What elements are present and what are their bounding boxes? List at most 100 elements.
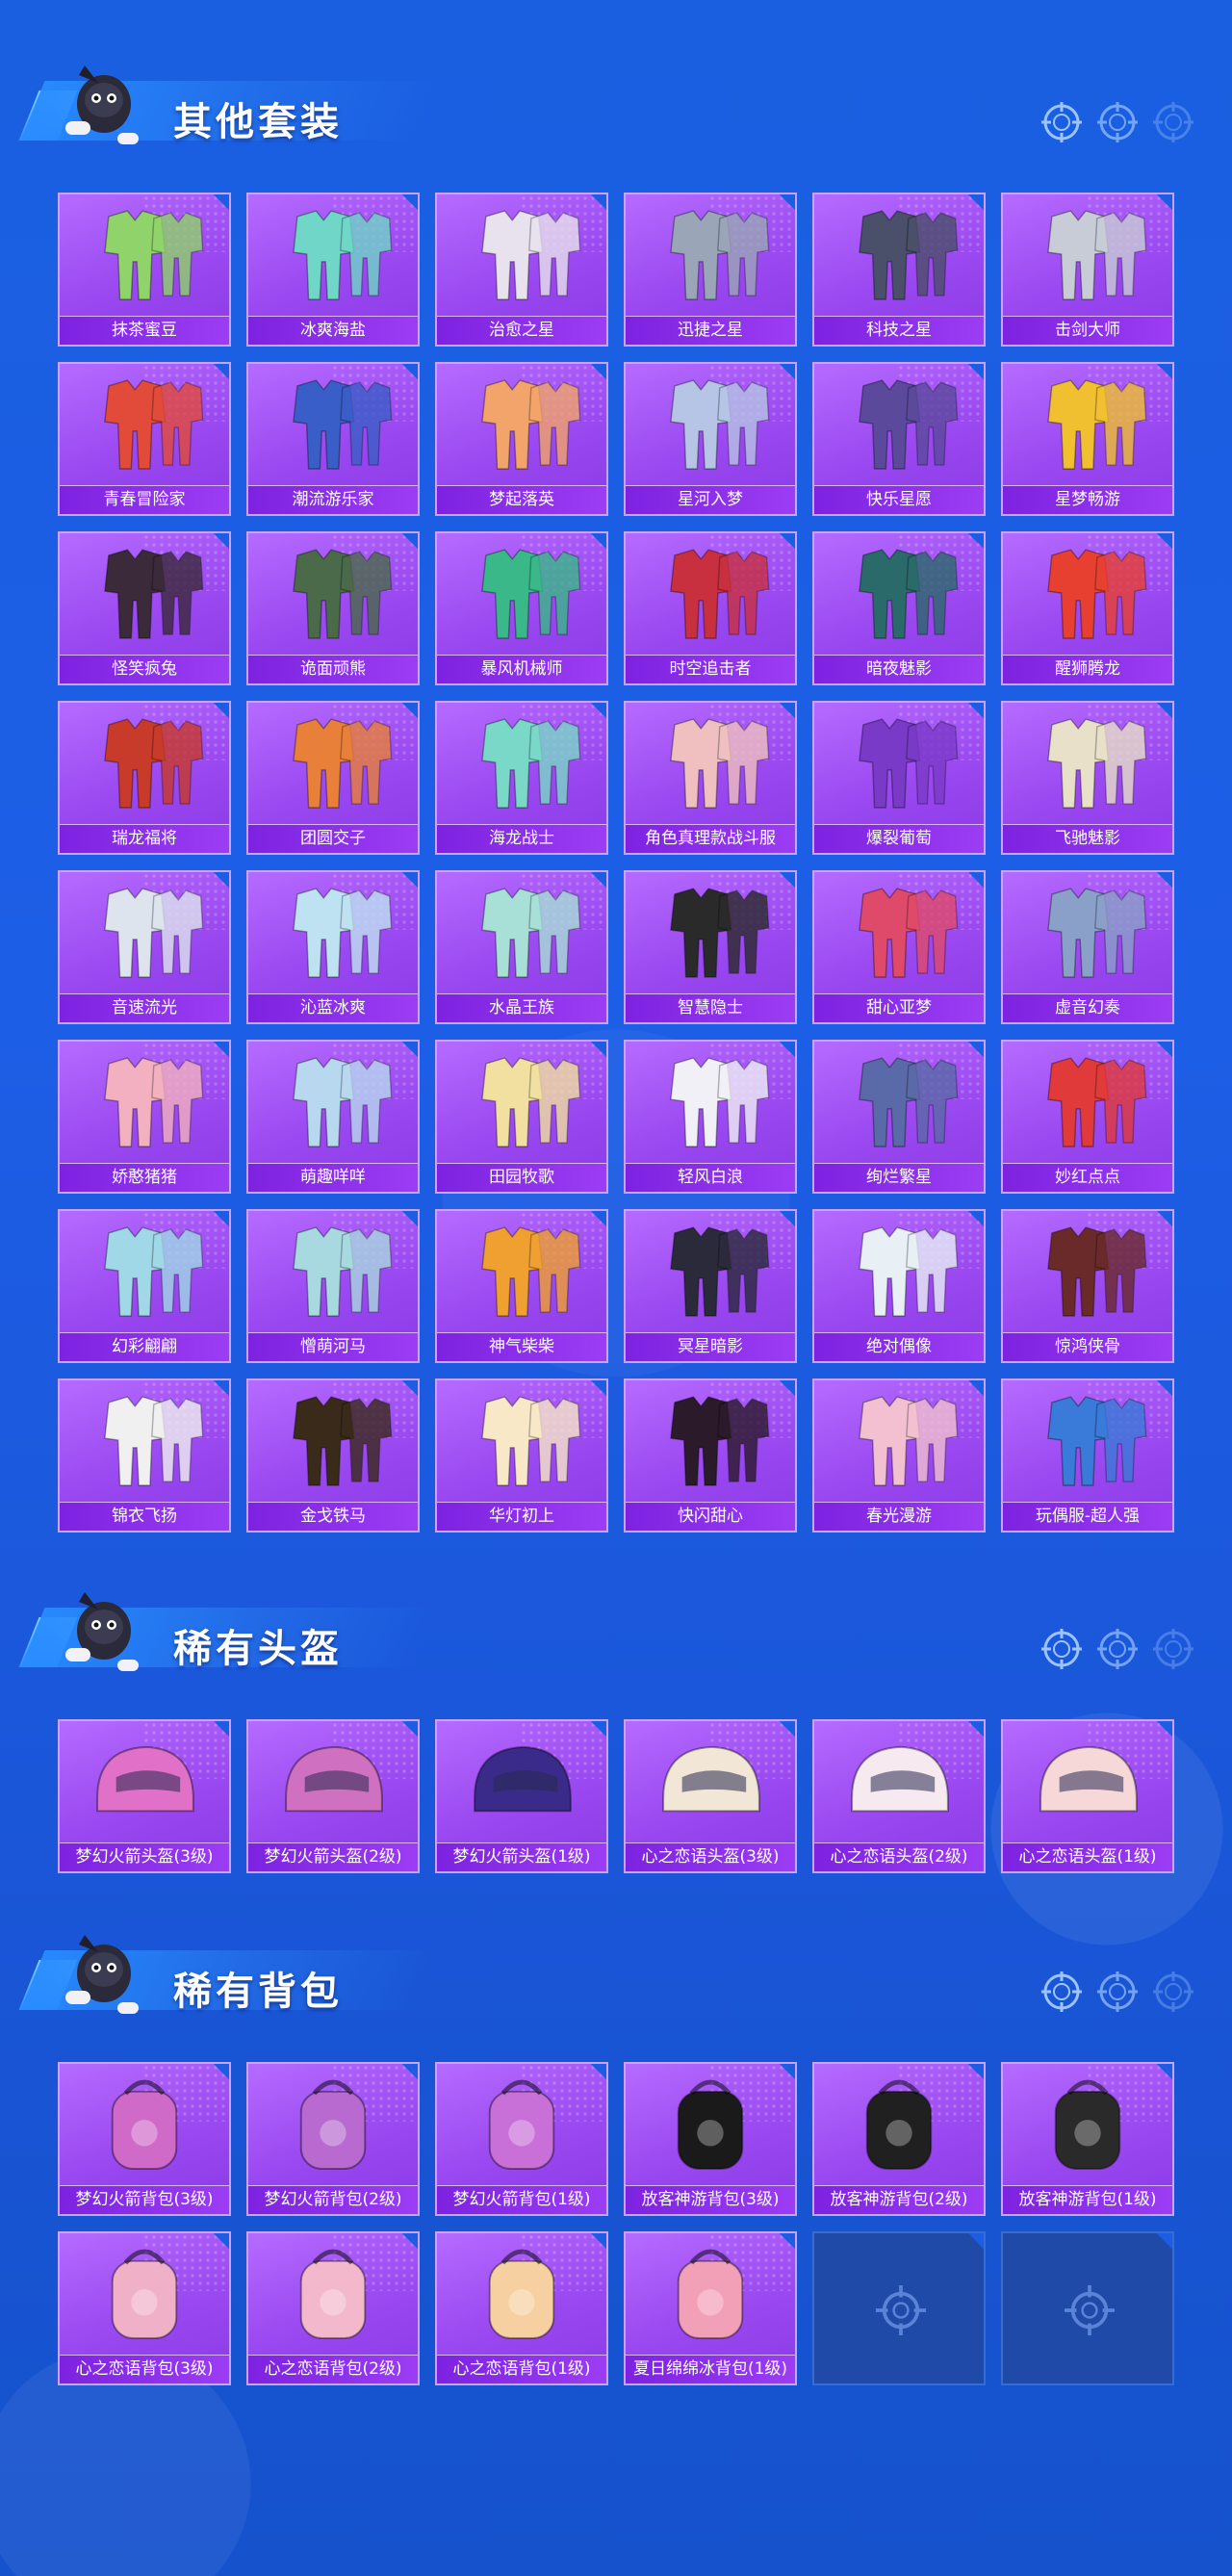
item-card[interactable]: 放客神游背包(1级)	[1001, 2062, 1174, 2216]
item-card[interactable]: 抹茶蜜豆	[58, 193, 231, 347]
item-image	[677, 2249, 744, 2339]
section-other-suits: 其他套装 抹茶蜜豆 冰爽海盐 治愈之星 迅捷之星 科技之星 击剑大师 青春冒险家 潮流游乐家梦…	[0, 48, 1232, 1533]
item-label: 治愈之星	[437, 316, 606, 345]
item-card[interactable]: 时空追击者	[624, 531, 797, 685]
item-card[interactable]: 梦幻火箭背包(2级)	[246, 2062, 420, 2216]
item-label: 娇憨猪猪	[60, 1163, 229, 1192]
item-label: 沁蓝冰爽	[248, 993, 418, 1022]
item-card[interactable]: 娇憨猪猪	[58, 1040, 231, 1194]
item-card[interactable]: 心之恋语头盔(1级)	[1001, 1719, 1174, 1873]
item-card[interactable]: 梦起落英	[435, 362, 608, 516]
item-card[interactable]: 心之恋语背包(1级)	[435, 2231, 608, 2385]
item-image	[104, 718, 204, 809]
item-card[interactable]: 萌趣咩咩	[246, 1040, 420, 1194]
item-card[interactable]: 智慧隐士	[624, 870, 797, 1024]
item-card[interactable]: 团圆交子	[246, 701, 420, 855]
item-card[interactable]: 诡面顽熊	[246, 531, 420, 685]
item-card[interactable]: 绚烂繁星	[812, 1040, 986, 1194]
item-card[interactable]: 田园牧歌	[435, 1040, 608, 1194]
item-image	[670, 1226, 770, 1317]
item-card[interactable]: 绝对偶像	[812, 1209, 986, 1363]
item-label: 海龙战士	[437, 824, 606, 853]
item-card[interactable]: 音速流光	[58, 870, 231, 1024]
item-card[interactable]: 冥星暗影	[624, 1209, 797, 1363]
item-card[interactable]: 海龙战士	[435, 701, 608, 855]
item-label: 迅捷之星	[626, 316, 795, 345]
item-card[interactable]: 星河入梦	[624, 362, 797, 516]
item-card[interactable]: 星梦畅游	[1001, 362, 1174, 516]
item-label: 抹茶蜜豆	[60, 316, 229, 345]
item-card[interactable]: 快闪甜心	[624, 1378, 797, 1533]
item-card[interactable]: 神气柴柴	[435, 1209, 608, 1363]
item-card[interactable]: 青春冒险家	[58, 362, 231, 516]
item-card[interactable]: 怪笑疯兔	[58, 531, 231, 685]
item-label: 飞驰魅影	[1003, 824, 1172, 853]
item-label: 心之恋语头盔(2级)	[814, 1842, 984, 1871]
item-card[interactable]: 虚音幻奏	[1001, 870, 1174, 1024]
item-image	[851, 1745, 949, 1813]
item-image	[859, 888, 959, 978]
item-label: 水晶王族	[437, 993, 606, 1022]
item-label: 星梦畅游	[1003, 485, 1172, 514]
item-image	[670, 1057, 770, 1147]
item-card[interactable]: 科技之星	[812, 193, 986, 347]
item-image	[293, 549, 393, 639]
item-card[interactable]: 心之恋语头盔(3级)	[624, 1719, 797, 1873]
crosshair-icon	[1153, 1629, 1194, 1669]
item-card[interactable]: 飞驰魅影	[1001, 701, 1174, 855]
item-label: 梦起落英	[437, 485, 606, 514]
mascot-icon	[65, 1935, 139, 2014]
item-card[interactable]: 妙红点点	[1001, 1040, 1174, 1194]
item-card[interactable]: 心之恋语背包(2级)	[246, 2231, 420, 2385]
item-label: 妙红点点	[1003, 1163, 1172, 1192]
item-card[interactable]: 瑞龙福将	[58, 701, 231, 855]
item-card[interactable]: 冰爽海盐	[246, 193, 420, 347]
item-card[interactable]: 水晶王族	[435, 870, 608, 1024]
item-card[interactable]: 爆裂葡萄	[812, 701, 986, 855]
item-card[interactable]: 金戈铁马	[246, 1378, 420, 1533]
item-card[interactable]: 醒狮腾龙	[1001, 531, 1174, 685]
item-card[interactable]: 放客神游背包(3级)	[624, 2062, 797, 2216]
item-card[interactable]: 快乐星愿	[812, 362, 986, 516]
item-card[interactable]: 放客神游背包(2级)	[812, 2062, 986, 2216]
item-image	[1040, 1745, 1138, 1813]
item-image	[670, 379, 770, 470]
item-image	[481, 549, 581, 639]
item-card[interactable]: 治愈之星	[435, 193, 608, 347]
item-label: 时空追击者	[626, 655, 795, 683]
empty-slot	[1001, 2231, 1174, 2385]
crosshair-icon	[1041, 102, 1082, 142]
item-card[interactable]: 梦幻火箭背包(1级)	[435, 2062, 608, 2216]
item-card[interactable]: 梦幻火箭背包(3级)	[58, 2062, 231, 2216]
item-card[interactable]: 夏日绵绵冰背包(1级)	[624, 2231, 797, 2385]
item-card[interactable]: 梦幻火箭头盔(2级)	[246, 1719, 420, 1873]
item-label: 绚烂繁星	[814, 1163, 984, 1192]
item-card[interactable]: 沁蓝冰爽	[246, 870, 420, 1024]
item-card[interactable]: 锦衣飞扬	[58, 1378, 231, 1533]
item-card[interactable]: 迅捷之星	[624, 193, 797, 347]
item-card[interactable]: 暗夜魅影	[812, 531, 986, 685]
item-card[interactable]: 惊鸿侠骨	[1001, 1209, 1174, 1363]
item-label: 团圆交子	[248, 824, 418, 853]
item-label: 怪笑疯兔	[60, 655, 229, 683]
item-image	[104, 379, 204, 470]
item-card[interactable]: 憎萌河马	[246, 1209, 420, 1363]
item-label: 暴风机械师	[437, 655, 606, 683]
item-card[interactable]: 玩偶服-超人强	[1001, 1378, 1174, 1533]
item-card[interactable]: 潮流游乐家	[246, 362, 420, 516]
item-card[interactable]: 角色真理款战斗服	[624, 701, 797, 855]
crosshair-icon	[1065, 2285, 1115, 2335]
item-card[interactable]: 梦幻火箭头盔(3级)	[58, 1719, 231, 1873]
item-card[interactable]: 心之恋语头盔(2级)	[812, 1719, 986, 1873]
item-label: 梦幻火箭背包(2级)	[248, 2185, 418, 2214]
item-card[interactable]: 甜心亚梦	[812, 870, 986, 1024]
item-card[interactable]: 心之恋语背包(3级)	[58, 2231, 231, 2385]
item-card[interactable]: 幻彩翩翩	[58, 1209, 231, 1363]
item-card[interactable]: 轻风白浪	[624, 1040, 797, 1194]
item-card[interactable]: 春光漫游	[812, 1378, 986, 1533]
item-card[interactable]: 击剑大师	[1001, 193, 1174, 347]
item-card[interactable]: 华灯初上	[435, 1378, 608, 1533]
item-card[interactable]: 梦幻火箭头盔(1级)	[435, 1719, 608, 1873]
section-rare-helmets: 稀有头盔 梦幻火箭头盔(3级) 梦幻火箭头盔(2级) 梦幻火箭头盔(1级) 心之恋语头…	[0, 1575, 1232, 1873]
item-card[interactable]: 暴风机械师	[435, 531, 608, 685]
